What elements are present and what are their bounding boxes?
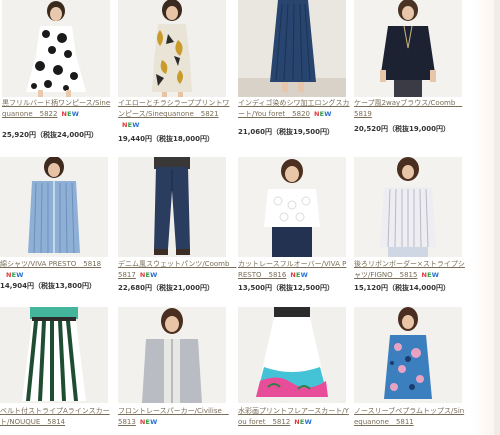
- scrollbar-track[interactable]: [494, 0, 500, 435]
- product-title-link[interactable]: ベルト付ストライプAラインスカート/NOUQUE 5814: [0, 406, 112, 428]
- new-badge: NEW: [139, 418, 158, 426]
- new-badge: NEW: [139, 271, 158, 279]
- product-title-link[interactable]: ケープ風2wayブラウス/Coomb 5819: [354, 98, 466, 120]
- new-badge: NEW: [122, 121, 140, 129]
- new-badge: NEW: [314, 110, 332, 118]
- product-price: 19,440円（税抜18,000円）: [118, 135, 215, 143]
- product-price: 14,904円（税抜13,800円）: [0, 282, 97, 290]
- product-photo[interactable]: [118, 157, 226, 257]
- product-grid: 黒フリルバード柄ワンピース/Sinequanone 5822 NEW 25,920…: [0, 0, 495, 435]
- product-title-link[interactable]: 黒フリルバード柄ワンピース/Sinequanone 5822 NEW: [2, 98, 114, 120]
- product-photo[interactable]: [2, 0, 110, 97]
- product-photo[interactable]: [354, 0, 462, 97]
- product-title-link[interactable]: デニム風スウェットパンツ/Coomb 5817 NEW: [118, 259, 236, 281]
- product-price: 22,680円（税抜21,000円）: [118, 284, 215, 292]
- product-photo[interactable]: [354, 157, 462, 257]
- product-title-link[interactable]: フロントレースパーカー/Civilise 5813 NEW: [118, 406, 230, 428]
- product-price: 20,520円（税抜19,000円）: [354, 125, 451, 133]
- product-photo[interactable]: [118, 0, 226, 97]
- product-price: 21,060円（税抜19,500円）: [238, 128, 335, 136]
- product-title-link[interactable]: 水彩画プリントフレアースカート/You foret 5812 NEW: [238, 406, 350, 428]
- product-title-link[interactable]: カットレースフルオーバー/VIVA PRESTO 5816 NEW: [238, 259, 350, 281]
- product-title-link[interactable]: インディゴ染めシワ加工ロングスカート/You foret 5820 NEW: [238, 98, 350, 120]
- new-badge: NEW: [290, 271, 308, 279]
- product-title-link[interactable]: 綿シャツ/VIVA PRESTO 5818 NEW: [0, 259, 112, 281]
- product-price: 25,920円（税抜24,000円）: [2, 131, 99, 139]
- product-title-link[interactable]: ノースリーブペプラムトップス/Sinequanone 5811: [354, 406, 466, 428]
- product-photo[interactable]: [354, 307, 462, 403]
- product-photo[interactable]: [238, 307, 346, 403]
- new-badge: NEW: [294, 418, 312, 426]
- product-title-link[interactable]: イエローとチラシラーププリントワンピース/Sinequanone 5821NEW: [118, 98, 230, 131]
- product-title-link[interactable]: 後ろリボンボーダー×ストライプシャツ/FIGNO 5815 NEW: [354, 259, 466, 281]
- new-badge: NEW: [421, 271, 440, 279]
- new-badge: NEW: [61, 110, 80, 118]
- new-badge: NEW: [6, 271, 24, 279]
- product-photo[interactable]: [238, 0, 346, 97]
- product-photo[interactable]: [0, 307, 108, 403]
- product-photo[interactable]: [238, 157, 346, 257]
- product-photo[interactable]: [118, 307, 226, 403]
- product-photo[interactable]: [0, 157, 108, 257]
- product-price: 15,120円（税抜14,000円）: [354, 284, 451, 292]
- product-price: 13,500円（税抜12,500円）: [238, 284, 335, 292]
